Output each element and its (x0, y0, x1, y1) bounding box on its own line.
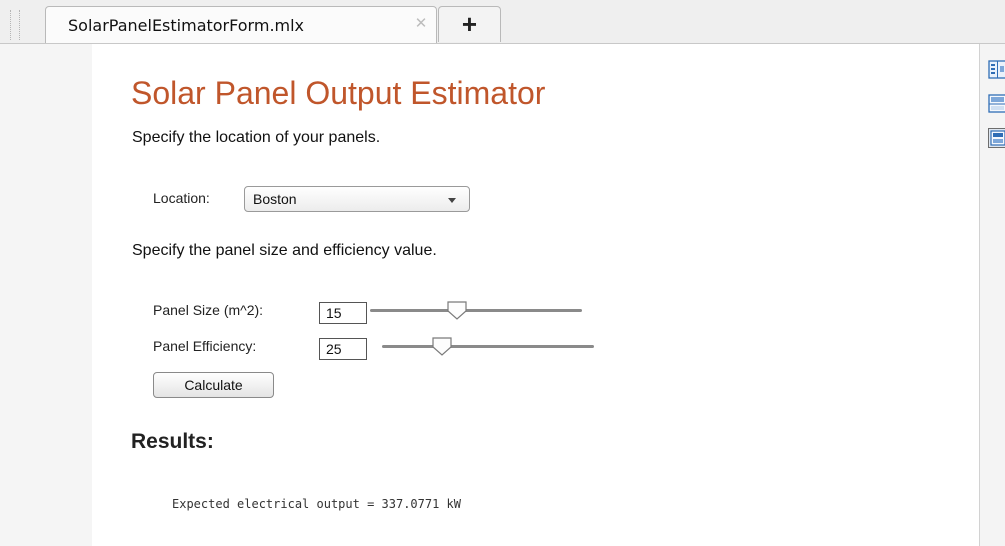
document-title: Solar Panel Output Estimator (131, 75, 546, 111)
output-right-icon[interactable] (988, 94, 1005, 114)
hide-code-icon[interactable] (988, 128, 1005, 148)
document-left-margin (0, 44, 92, 546)
tab-solar-panel-estimator[interactable]: SolarPanelEstimatorForm.mlx ✕ (45, 6, 437, 44)
location-dropdown[interactable]: Boston (244, 186, 470, 212)
tab-label: SolarPanelEstimatorForm.mlx (68, 16, 305, 35)
drag-grip[interactable] (10, 10, 20, 40)
live-script-document[interactable] (92, 44, 979, 546)
location-selected-value: Boston (253, 191, 297, 207)
location-label: Location: (153, 190, 210, 206)
panel-efficiency-slider[interactable] (382, 336, 594, 356)
slider-thumb[interactable] (431, 336, 453, 356)
panel-efficiency-field[interactable]: 25 (319, 338, 367, 360)
plus-icon: + (461, 9, 478, 39)
output-inline-icon[interactable] (988, 60, 1005, 80)
panel-size-field[interactable]: 15 (319, 302, 367, 324)
new-tab-button[interactable]: + (438, 6, 501, 42)
tab-strip: SolarPanelEstimatorForm.mlx ✕ + (0, 0, 1005, 44)
size-efficiency-instruction: Specify the panel size and efficiency va… (132, 242, 437, 259)
live-editor-window: SolarPanelEstimatorForm.mlx ✕ + Solar Pa… (0, 0, 1005, 546)
calculate-button[interactable]: Calculate (153, 372, 274, 398)
close-icon[interactable]: ✕ (412, 15, 430, 33)
panel-size-slider[interactable] (370, 300, 582, 320)
slider-track (370, 309, 582, 312)
output-text: Expected electrical output = 337.0771 kW (172, 497, 461, 511)
location-instruction: Specify the location of your panels. (132, 129, 381, 146)
chevron-down-icon (448, 198, 456, 203)
output-view-panel (979, 44, 1005, 546)
panel-size-label: Panel Size (m^2): (153, 302, 264, 318)
panel-efficiency-label: Panel Efficiency: (153, 338, 257, 354)
results-heading: Results: (131, 430, 214, 453)
slider-thumb[interactable] (446, 300, 468, 320)
slider-track (382, 345, 594, 348)
